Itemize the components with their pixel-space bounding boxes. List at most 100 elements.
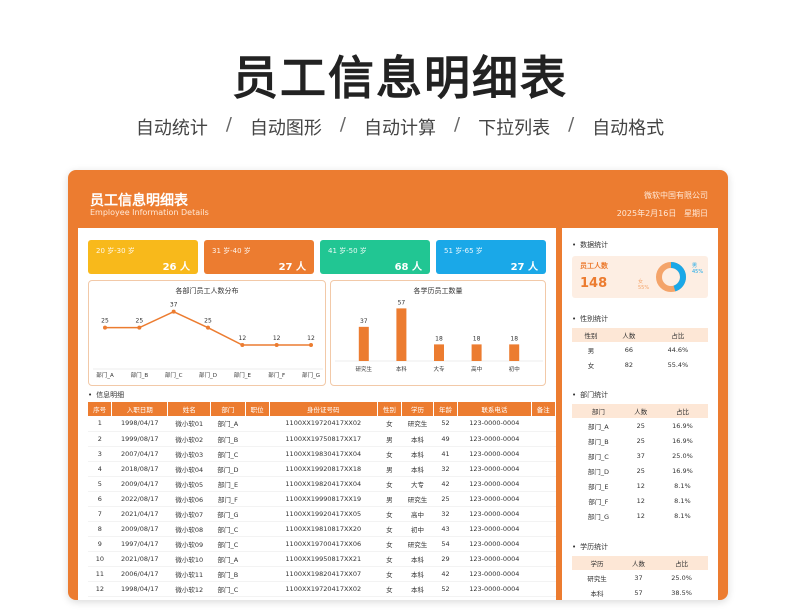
column-header: 部门 xyxy=(572,404,625,418)
company-name: 微软中国有限公司 xyxy=(644,191,708,200)
table-cell: 8.1% xyxy=(674,496,691,505)
data-label: 25 xyxy=(101,318,109,325)
edu-stats-title: 学历统计 xyxy=(572,542,608,552)
table-cell xyxy=(245,431,270,447)
page-title: 员工信息明细表 xyxy=(232,51,568,105)
table-cell: 本科 xyxy=(401,566,434,582)
table-cell xyxy=(531,521,556,537)
data-label: 18 xyxy=(435,335,443,342)
age-group-label: 20 岁-30 岁 xyxy=(96,247,135,255)
table-cell: 123-0000-0004 xyxy=(457,491,532,507)
table-cell: 123-0000-0004 xyxy=(457,551,532,567)
column-header: 序号 xyxy=(88,402,113,416)
table-cell: 微小软07 xyxy=(167,506,211,522)
table-cell: 12 xyxy=(636,511,645,520)
table-cell: 66 xyxy=(624,345,633,354)
table-cell: 部门_C xyxy=(210,521,245,537)
table-cell: 1100XX19820417XX07 xyxy=(269,566,378,582)
column-header: 身份证号码 xyxy=(269,402,378,416)
age-group-value: 27 人 xyxy=(278,262,306,273)
table-cell xyxy=(245,566,270,582)
table-cell: 12 xyxy=(636,496,645,505)
table-row: 本科 57 38.5% xyxy=(572,585,708,600)
data-label: 37 xyxy=(170,302,178,309)
table-row: 部门_G 12 8.1% xyxy=(572,508,708,523)
card-title: 员工信息明细表 xyxy=(90,193,188,209)
data-label: 12 xyxy=(239,335,247,342)
table-cell: 部门_A xyxy=(588,422,609,431)
table-cell: 25 xyxy=(636,436,645,445)
table-cell: 123-0000-0004 xyxy=(457,521,532,537)
table-cell: 1100XX19720417XX02 xyxy=(269,581,378,597)
bar xyxy=(396,308,407,361)
table-row: 部门_F 12 8.1% xyxy=(572,493,708,508)
table-cell: 37 xyxy=(636,451,645,460)
table-cell: 初中 xyxy=(401,521,434,537)
table-cell: 32 xyxy=(433,461,458,477)
table-cell: 16.9% xyxy=(672,436,693,445)
table-cell: 部门_B xyxy=(587,437,609,446)
table-cell: 2018/08/17 xyxy=(111,461,168,477)
table-row: 女 82 55.4% xyxy=(572,357,708,372)
table-row: 部门_E 12 8.1% xyxy=(572,478,708,493)
table-cell: 3 xyxy=(88,446,112,462)
table-cell xyxy=(531,446,556,462)
table-cell: 本科 xyxy=(590,589,604,598)
table-cell: 16.9% xyxy=(672,466,693,475)
subtitle-separator: / xyxy=(568,114,575,135)
column-header: 人数 xyxy=(609,328,648,342)
table-cell: 微小软02 xyxy=(167,431,211,447)
donut-female-label: 女 55% xyxy=(638,279,650,291)
table-cell: 2009/04/17 xyxy=(111,476,168,492)
table-cell xyxy=(531,566,556,582)
table-cell: 2009/08/17 xyxy=(111,521,168,537)
data-label: 18 xyxy=(510,335,518,342)
subtitle-row: 自动统计 / 自动图形 / 自动计算 / 下拉列表 / 自动格式 xyxy=(0,114,800,140)
table-cell: 6 xyxy=(88,491,112,507)
edu-header-row: 学历 人数 占比 xyxy=(572,556,708,570)
table-cell xyxy=(531,536,556,552)
table-cell: 7 xyxy=(88,506,112,522)
table-cell: 1100XX19920417XX05 xyxy=(269,506,378,522)
table-cell: 29 xyxy=(433,551,458,567)
table-row: 9 1997/04/17 微小软09 部门_C 1100XX19700417XX06 女研… xyxy=(88,536,556,552)
table-cell: 女 xyxy=(377,581,402,597)
table-cell: 2 xyxy=(88,431,112,447)
table-cell: 25.0% xyxy=(671,573,692,582)
subtitle-separator: / xyxy=(225,114,232,135)
data-label: 12 xyxy=(307,335,315,342)
table-cell: 部门_G xyxy=(587,512,609,521)
table-cell: 1998/04/17 xyxy=(111,416,168,432)
table-cell: 1998/04/17 xyxy=(111,581,168,597)
bar-chart-svg: 37 研究生 57 本科 18 大专 18 高中 18 初中 xyxy=(335,299,543,373)
table-cell: 49 xyxy=(433,431,458,447)
dept-table: 部门 人数 占比 部门_A 25 16.9% 部门_B 25 16.9% 部门_C 37 25.0%… xyxy=(572,404,708,523)
column-header: 人数 xyxy=(624,404,657,418)
table-cell: 女 xyxy=(377,506,402,522)
edu-table: 学历 人数 占比 研究生 37 25.0% 本科 57 38.5% xyxy=(572,556,708,600)
line-chart-svg: 25 部门_A 25 部门_B 37 部门_C 25 部门_D 12 部门_E 12 部门_F 12 部门… xyxy=(93,302,323,379)
data-label: 37 xyxy=(360,318,368,325)
table-cell: 微小软04 xyxy=(167,461,211,477)
left-panel: 20 岁-30 岁 26 人 31 岁-40 岁 27 人 41 岁-50 岁 … xyxy=(78,228,557,600)
tick-label: 本科 xyxy=(396,365,408,373)
table-cell: 12 xyxy=(636,481,645,490)
table-cell: 部门_B xyxy=(210,566,245,582)
total-employees-box: 员工人数 148 女 55% 男 45% xyxy=(572,256,708,298)
data-label: 57 xyxy=(398,299,406,306)
tick-label: 部门_C xyxy=(165,371,183,379)
table-row: 5 2009/04/17 微小软05 部门_E 1100XX19820417XX04 女大… xyxy=(88,476,556,492)
table-cell: 54 xyxy=(433,536,458,552)
table-cell: 部门_A xyxy=(210,416,245,432)
table-cell: 4 xyxy=(88,461,112,477)
table-cell: 43 xyxy=(433,521,458,537)
table-cell xyxy=(245,461,270,477)
table-cell: 16.9% xyxy=(672,421,693,430)
table-row: 3 2007/04/17 微小软03 部门_C 1100XX19830417XX04 女本… xyxy=(88,446,556,462)
column-header: 占比 xyxy=(655,556,708,570)
table-cell: 123-0000-0004 xyxy=(457,566,532,582)
table-cell xyxy=(245,506,270,522)
table-row: 部门_A 25 16.9% xyxy=(572,418,708,433)
table-cell: 女 xyxy=(377,536,402,552)
column-header: 学历 xyxy=(572,556,622,570)
